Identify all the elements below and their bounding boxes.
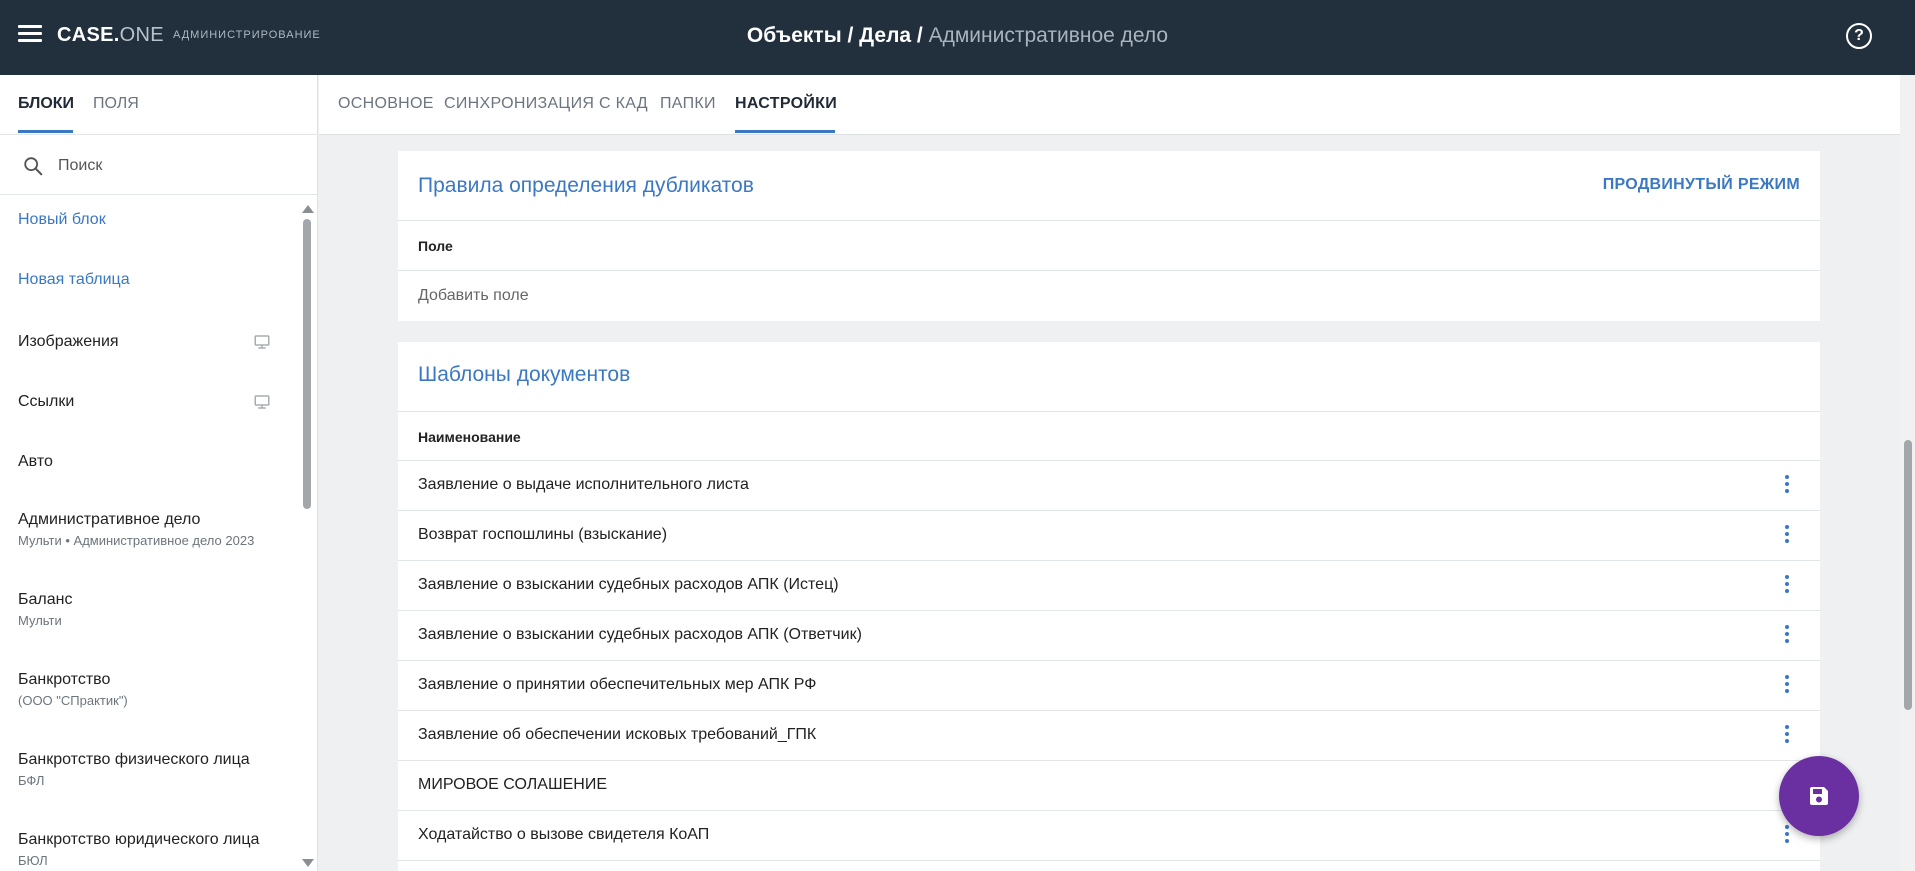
template-name: Ходатайство о вызове свидетеля КоАП [418,826,710,843]
table-row[interactable]: Возврат госпошлины (взыскание) [398,510,1820,560]
template-name: Заявление о выдаче исполнительного листа [418,476,749,493]
sidebar-item-sub: Мульти • Административное дело 2023 [18,533,255,548]
tab-fields[interactable]: ПОЛЯ [93,95,139,113]
sidebar-scrollbar[interactable] [300,205,314,871]
table-row[interactable]: Ходатайство о вызове свидетеля КоАП [398,810,1820,860]
duplicates-card: Правила определения дубликатов ПРОДВИНУТ… [398,151,1820,321]
sidebar-item-label: Новый блок [18,211,106,228]
active-tab-indicator [18,130,73,133]
templates-card: Шаблоны документов Наименование Заявлени… [398,342,1820,871]
table-row[interactable]: Заявление о принятии обеспечительных мер… [398,660,1820,710]
table-row[interactable]: Заявление об обеспечении исковых требова… [398,710,1820,760]
sidebar-item-label: Ссылки [18,393,75,410]
sidebar-item-label: Банкротство физического лица [18,751,250,768]
breadcrumb-separator: / [911,24,929,47]
breadcrumb-current: Административное дело [928,24,1169,47]
brand-logo[interactable]: CASE.ONE [57,24,164,47]
sidebar-item-label: Авто [18,453,53,470]
search-icon [24,157,43,176]
monitor-icon [254,335,270,349]
sidebar-item-label: Банкротство юридического лица [18,831,260,848]
top-bar: CASE.ONE АДМИНИСТРИРОВАНИЕ Объекты / Дел… [0,0,1915,75]
table-row[interactable]: Заявление о взыскании судебных расходов … [398,610,1820,660]
duplicates-title: Правила определения дубликатов [418,174,754,197]
column-header: Наименование [418,429,521,445]
sidebar-item-sub: БФЛ [18,773,45,788]
template-name: МИРОВОЕ СОЛАШЕНИЕ [418,776,607,793]
tab-folders[interactable]: ПАПКИ [660,95,716,113]
page-scroll-thumb[interactable] [1904,440,1912,710]
brand-subtitle: АДМИНИСТРИРОВАНИЕ [173,29,321,41]
breadcrumb-separator: / [841,24,860,47]
sidebar-item-bankruptcy-individual[interactable]: Банкротство физического лица БФЛ [18,751,288,788]
more-vert-icon[interactable] [1782,825,1792,847]
sidebar: БЛОКИ ПОЛЯ Новый блок Новая таблица Изоб… [0,75,318,871]
sidebar-item-sub: Мульти [18,613,62,628]
breadcrumb-cases[interactable]: Дела [859,24,911,47]
sidebar-item-label: Банкротство [18,671,111,688]
sidebar-item-bankruptcy[interactable]: Банкротство (ООО "СПрактик") [18,671,288,708]
add-field-button[interactable]: Добавить поле [418,287,529,305]
sidebar-item-label: Изображения [18,333,119,350]
help-icon[interactable]: ? [1846,23,1872,49]
scroll-up-arrow-icon[interactable] [302,205,314,213]
template-name: Заявление о принятии обеспечительных мер… [418,676,817,693]
table-header: Поле [398,220,1820,270]
sidebar-search [0,135,317,195]
more-vert-icon[interactable] [1782,525,1792,547]
active-tab-indicator [735,130,835,133]
tab-blocks[interactable]: БЛОКИ [18,95,74,113]
sidebar-item-images[interactable]: Изображения [18,333,288,351]
table-row[interactable]: Заявление о выдаче исполнительного листа [398,460,1820,510]
template-name: Заявление об обеспечении исковых требова… [418,726,817,743]
table-header: Наименование [398,411,1820,460]
more-vert-icon[interactable] [1782,575,1792,597]
tab-sync-kad[interactable]: СИНХРОНИЗАЦИЯ С КАД [444,95,648,113]
column-header: Поле [418,238,453,254]
more-vert-icon[interactable] [1782,675,1792,697]
template-name: Возврат госпошлины (взыскание) [418,526,668,543]
save-button[interactable] [1779,756,1859,836]
monitor-icon [254,395,270,409]
page-scrollbar[interactable] [1900,75,1915,871]
template-name: Заявление о взыскании судебных расходов … [418,576,839,593]
sidebar-tabs: БЛОКИ ПОЛЯ [0,75,317,135]
table-row[interactable]: МИРОВОЕ СОЛАШЕНИЕ [398,760,1820,810]
more-vert-icon[interactable] [1782,725,1792,747]
brand-main: CASE. [57,24,120,46]
more-vert-icon[interactable] [1782,475,1792,497]
advanced-mode-button[interactable]: ПРОДВИНУТЫЙ РЕЖИМ [1603,176,1800,194]
sidebar-item-auto[interactable]: Авто [18,453,288,471]
sidebar-item-bankruptcy-legal[interactable]: Банкротство юридического лица БЮЛ [18,831,288,868]
breadcrumb-objects[interactable]: Объекты [747,24,842,47]
sidebar-item-administrative-case[interactable]: Административное дело Мульти • Администр… [18,511,288,548]
save-icon [1810,787,1828,805]
more-vert-icon[interactable] [1782,625,1792,647]
sidebar-item-balance[interactable]: Баланс Мульти [18,591,288,628]
add-field-row[interactable]: Добавить поле [398,270,1820,321]
table-row [398,860,1820,871]
templates-title: Шаблоны документов [418,363,631,386]
table-row[interactable]: Заявление о взыскании судебных расходов … [398,560,1820,610]
brand-accent: ONE [119,24,164,46]
sidebar-item-sub: (ООО "СПрактик") [18,693,128,708]
main-tabs: ОСНОВНОЕ СИНХРОНИЗАЦИЯ С КАД ПАПКИ НАСТР… [319,75,1900,135]
sidebar-item-label: Новая таблица [18,271,130,288]
sidebar-item-new-block[interactable]: Новый блок [18,211,288,229]
sidebar-item-sub: БЮЛ [18,853,48,868]
sidebar-item-new-table[interactable]: Новая таблица [18,271,288,289]
template-name: Заявление о взыскании судебных расходов … [418,626,862,643]
sidebar-item-label: Административное дело [18,511,201,528]
sidebar-item-label: Баланс [18,591,73,608]
scroll-down-arrow-icon[interactable] [302,859,314,867]
search-input[interactable] [58,153,298,179]
sidebar-scroll-thumb[interactable] [303,219,311,509]
hamburger-menu-icon[interactable] [18,25,42,47]
sidebar-item-links[interactable]: Ссылки [18,393,288,411]
tab-settings[interactable]: НАСТРОЙКИ [735,95,837,113]
tab-main[interactable]: ОСНОВНОЕ [338,95,434,113]
